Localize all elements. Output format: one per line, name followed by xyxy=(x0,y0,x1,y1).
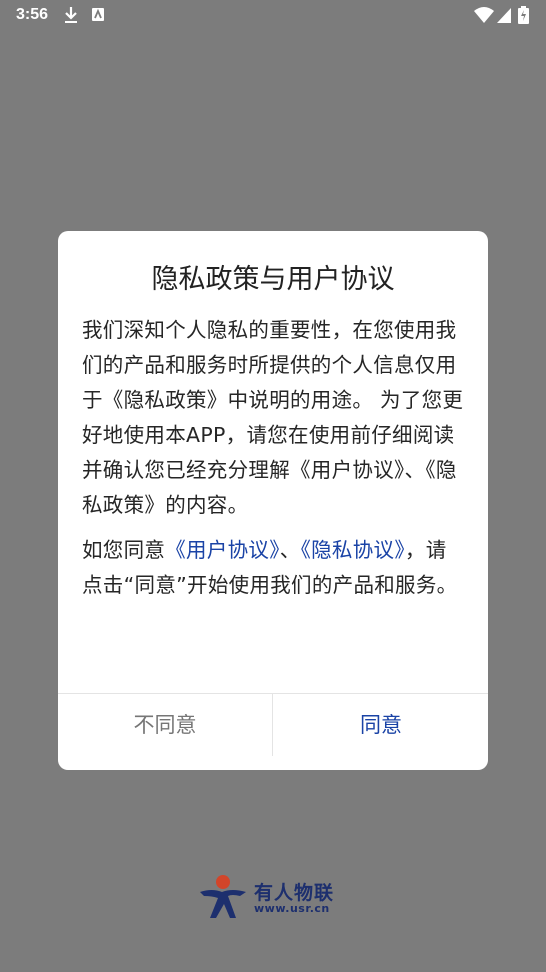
brand-person-icon xyxy=(198,874,252,924)
app-notification-icon xyxy=(91,6,105,28)
privacy-agreement-link[interactable]: 《隐私协议》 xyxy=(301,538,405,562)
download-icon xyxy=(64,6,78,28)
dialog-body: 我们深知个人隐私的重要性，在您使用我们的产品和服务时所提供的个人信息仅用于《隐私… xyxy=(82,313,467,603)
button-divider-vertical xyxy=(272,694,273,756)
wifi-icon xyxy=(474,6,494,28)
dialog-title: 隐私政策与用户协议 xyxy=(151,264,395,295)
decline-button[interactable]: 不同意 xyxy=(58,694,272,764)
battery-icon xyxy=(518,6,529,28)
brand-name: 有人物联 xyxy=(254,882,335,904)
consent-separator: 、 xyxy=(279,538,301,562)
brand-logo: 有人物联 www.usr.cn xyxy=(198,874,358,922)
cell-signal-icon xyxy=(496,6,512,28)
agree-button[interactable]: 同意 xyxy=(274,694,488,764)
consent-prefix: 如您同意 xyxy=(82,538,166,562)
brand-url: www.usr.cn xyxy=(254,902,330,915)
status-bar: 3:56 xyxy=(0,0,546,32)
status-time: 3:56 xyxy=(16,6,49,23)
privacy-dialog: 隐私政策与用户协议 我们深知个人隐私的重要性，在您使用我们的产品和服务时所提供的… xyxy=(58,231,488,770)
dialog-paragraph-consent: 如您同意《用户协议》、《隐私协议》，请点击“同意”开始使用我们的产品和服务。 xyxy=(82,533,467,603)
user-agreement-link[interactable]: 《用户协议》 xyxy=(165,538,280,562)
dialog-paragraph-intro: 我们深知个人隐私的重要性，在您使用我们的产品和服务时所提供的个人信息仅用于《隐私… xyxy=(82,318,464,517)
